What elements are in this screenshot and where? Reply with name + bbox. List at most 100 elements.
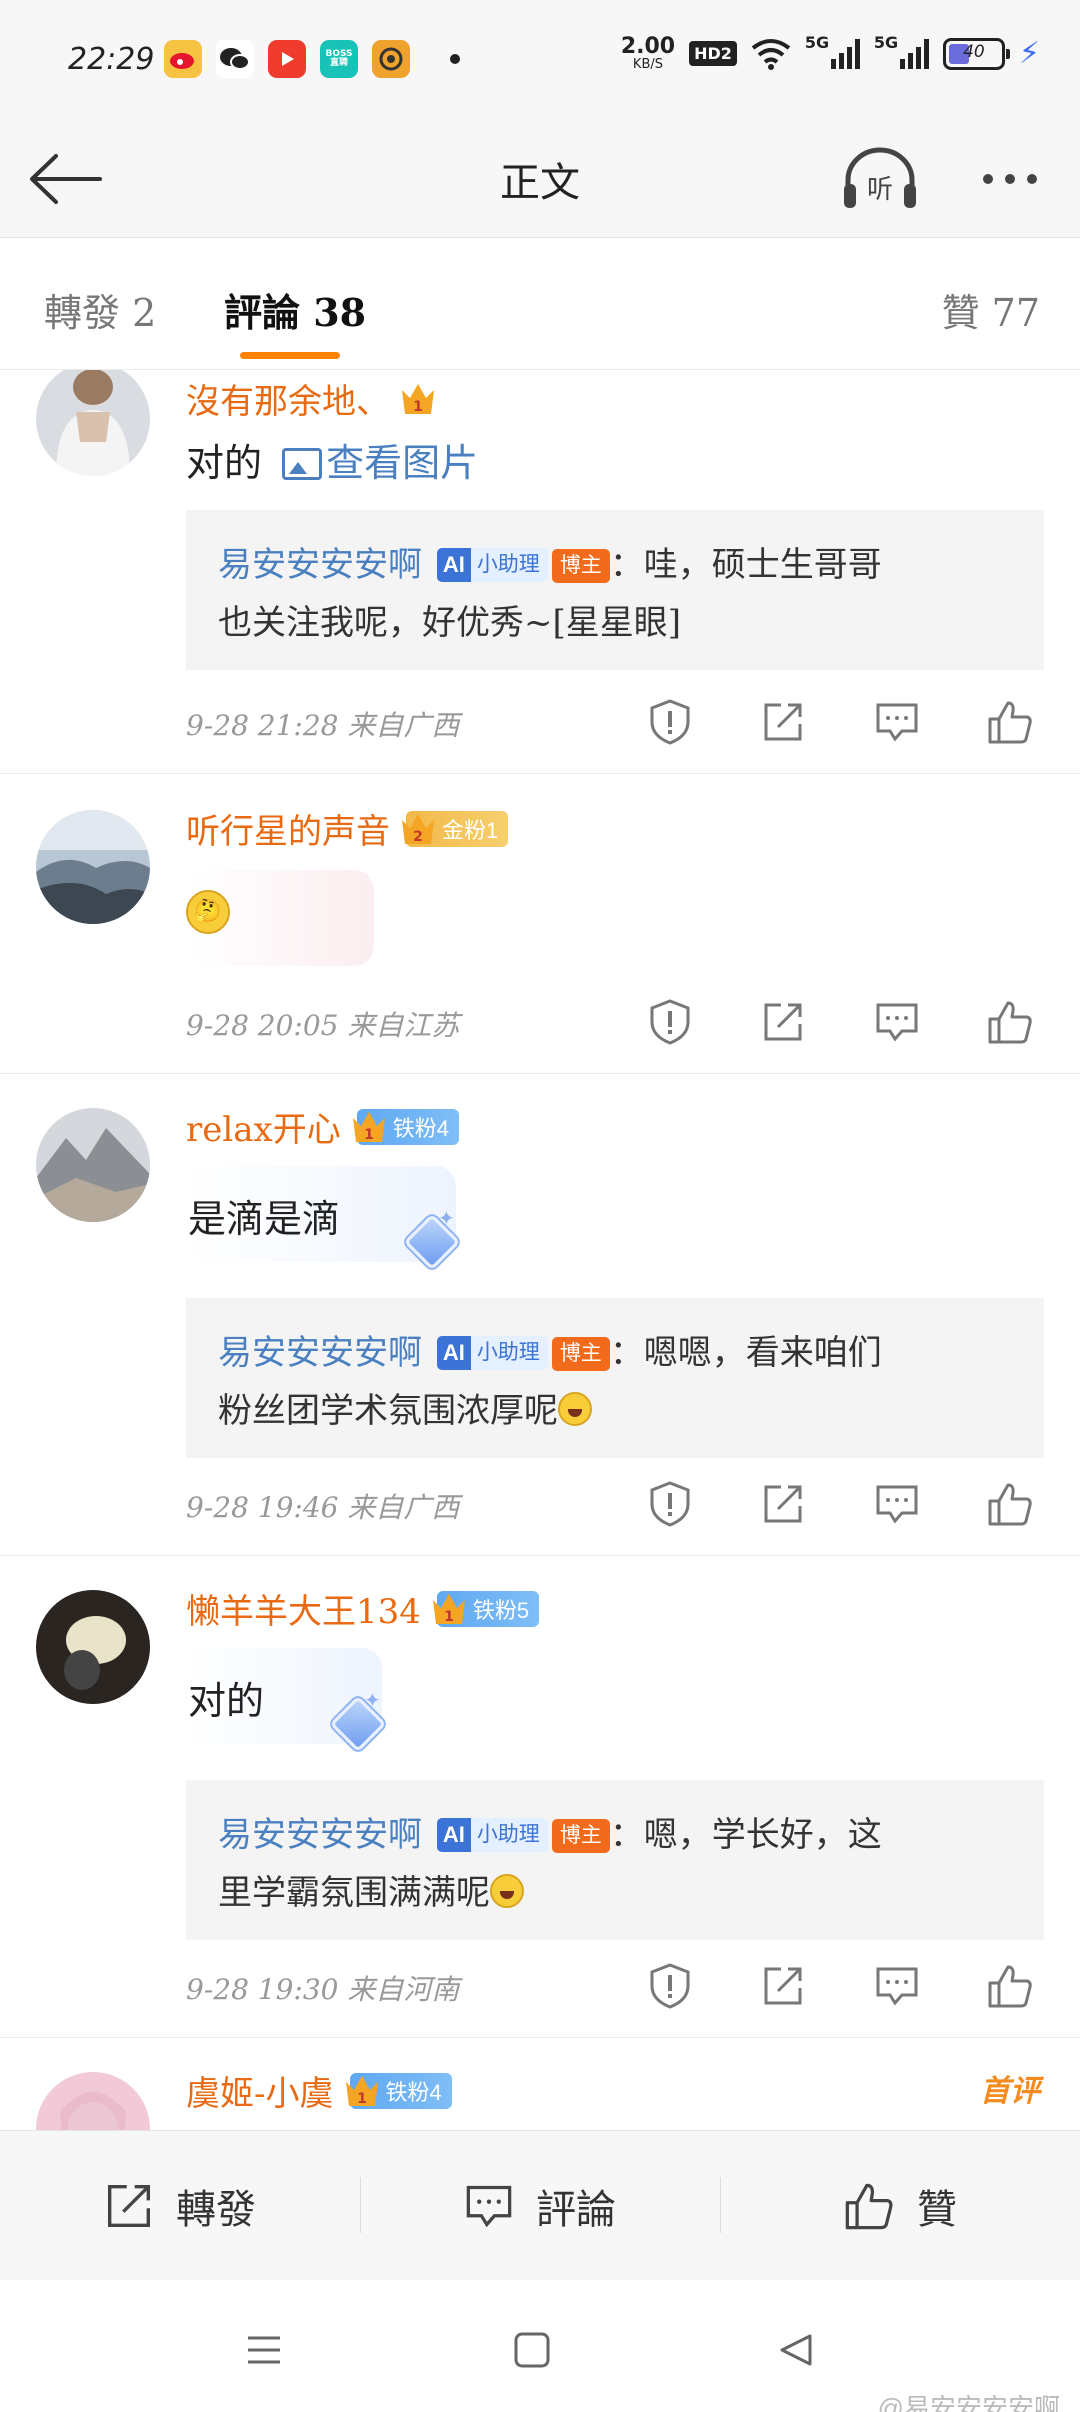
signal-icon-sim2: 5G [874,33,929,69]
blogger-reply[interactable]: 易安安安安啊 AI 小助理 博主 ：嗯嗯，看来咱们 粉丝团学术氛围浓厚呢 [186,1298,1044,1458]
more-options-button[interactable] [970,144,1050,214]
comment-username[interactable]: relax开心 1 铁粉4 [186,1102,459,1151]
ai-badge-text: 小助理 [476,1341,540,1364]
avatar[interactable] [36,1108,150,1222]
forward-button[interactable] [753,1956,813,2016]
picture-icon [282,448,323,480]
charging-icon: ⚡ [1018,36,1040,71]
comment-text: 是滴是滴 [188,1197,341,1241]
avatar[interactable] [36,1590,150,1704]
blogger-reply[interactable]: 易安安安安啊 AI 小助理 博主 ：哇，硕士生哥哥 也关注我呢，好优秀~[星星眼] [186,510,1044,670]
comment-actions [640,992,1040,1052]
avatar[interactable] [36,810,150,924]
view-image-link[interactable]: 查看图片 [274,441,478,485]
comment-username[interactable]: 虞姬-小虞 1 铁粉4 [186,2066,452,2115]
comment-text-content: 对的 [186,441,263,485]
comment-meta: 9-28 19:46 来自广西 [186,1491,460,1524]
thumbs-up-icon [988,1001,1032,1044]
sparkle-icon: ✦ [364,1688,381,1712]
like-button[interactable] [980,992,1040,1052]
like-button[interactable] [980,1474,1040,1534]
tab-forward[interactable]: 轉發 2 [44,282,156,337]
reply-line: 易安安安安啊 AI 小助理 博主 ：嗯嗯，看来咱们 [218,1324,1012,1382]
comment-icon [466,2185,512,2227]
report-button[interactable] [640,992,700,1052]
forward-button[interactable] [753,1474,813,1534]
avatar[interactable] [36,2072,150,2130]
comment-actions [640,692,1040,752]
listen-button[interactable]: 听 [840,144,920,214]
reply-text-line1: ：嗯，学长好，这 [609,1815,882,1855]
like-button[interactable] [980,692,1040,752]
forward-icon [764,1485,802,1523]
comment-list: 沒有那余地、 1 对的 查看图片 易安安安安啊 AI 小助理 博主 ：哇，硕士生哥哥 … [0,370,1080,2130]
home-nav-button[interactable] [502,2320,562,2380]
comment-item: 虞姬-小虞 1 铁粉4 首评 [0,2038,1080,2130]
reply-button[interactable] [867,992,927,1052]
comment-username[interactable]: 沒有那余地、 1 [186,374,438,423]
comment-item: 沒有那余地、 1 对的 查看图片 易安安安安啊 AI 小助理 博主 ：哇，硕士生哥哥 … [0,370,1080,774]
crown-level: 1 [444,1609,454,1625]
tab-like[interactable]: 贊 77 [942,282,1040,337]
comment-username[interactable]: 听行星的声音 2 金粉1 [186,804,509,853]
crown-level: 1 [357,2091,367,2107]
blogger-badge: 博主 [551,1819,610,1853]
forward-icon [764,703,802,741]
comment-actions [640,1474,1040,1534]
thumbs-up-icon [988,1483,1032,1526]
top-nav-bar: 正文 听 [0,120,1080,238]
comment-post-button[interactable]: 評論 [360,2176,720,2235]
notification-icons: BOSS 直聘 [164,40,460,78]
menu-nav-button[interactable] [234,2320,294,2380]
reply-author[interactable]: 易安安安安啊 [218,1333,422,1373]
comment-meta: 9-28 21:28 来自广西 [186,709,460,742]
battery-level: 40 [963,41,985,62]
reply-button[interactable] [867,692,927,752]
reply-author[interactable]: 易安安安安啊 [218,1815,422,1855]
comment-item: relax开心 1 铁粉4 是滴是滴 ✦ 易安安安安啊 AI 小助理 博主 ：嗯嗯，看… [0,1074,1080,1556]
forward-icon [764,1967,802,2005]
username-text: 懒羊羊大王134 [186,1592,421,1632]
reply-button[interactable] [867,1956,927,2016]
view-image-text: 查看图片 [326,441,479,485]
vip-crown-icon: 1 [398,380,438,418]
report-button[interactable] [640,1474,700,1534]
crown-level: 1 [413,399,423,415]
ai-badge-text: 小助理 [476,1823,540,1846]
reply-author[interactable]: 易安安安安啊 [218,545,422,585]
svg-text:听: 听 [867,175,893,205]
report-button[interactable] [640,1956,700,2016]
video-icon [268,40,306,78]
bottom-action-bar: 轉發 評論 贊 [0,2130,1080,2280]
more-notifications-dot [450,54,460,64]
comment-meta: 9-28 19:30 来自河南 [186,1973,460,2006]
forward-post-button[interactable]: 轉發 [0,2177,360,2235]
crown-level: 2 [413,829,423,845]
wifi-icon [751,38,791,70]
reply-button[interactable] [867,1474,927,1534]
forward-button[interactable] [753,992,813,1052]
vip-crown-icon: 2 [398,810,438,848]
forward-label: 轉發 [176,2186,256,2233]
emoji-comment: 🤔 [186,870,374,966]
thinking-emoji-icon: 🤔 [186,890,230,934]
tab-bar: 轉發 2 評論 38 贊 77 [0,238,1080,370]
like-post-button[interactable]: 贊 [720,2176,1080,2235]
network-speed: 2.00 KB/S [621,36,675,72]
comment-meta: 9-28 20:05 来自江苏 [186,1009,460,1042]
forward-button[interactable] [753,692,813,752]
like-button[interactable] [980,1956,1040,2016]
reply-text-line2: 粉丝团学术氛围浓厚呢 [218,1391,558,1431]
more-dot-icon [983,174,993,184]
report-button[interactable] [640,692,700,752]
forward-icon [107,2184,151,2227]
blogger-reply[interactable]: 易安安安安啊 AI 小助理 博主 ：嗯，学长好，这 里学霸氛围满满呢 [186,1780,1044,1940]
comment-username[interactable]: 懒羊羊大王134 1 铁粉5 [186,1584,540,1633]
comment-text: 对的 查看图片 [186,432,478,487]
tab-comment[interactable]: 評論 38 [224,282,366,337]
qq-browser-icon [372,40,410,78]
vip-crown-icon: 1 [342,2072,382,2110]
back-nav-button[interactable] [766,2320,826,2380]
ai-badge-text: 小助理 [476,553,540,576]
avatar[interactable] [36,370,150,476]
